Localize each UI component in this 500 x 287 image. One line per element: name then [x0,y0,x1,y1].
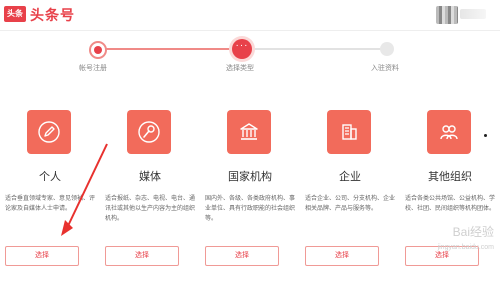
enterprise-icon-tile [327,110,371,154]
card-title: 媒体 [139,171,161,183]
avatar[interactable] [436,6,458,24]
registration-stepper: ··· 帐号注册 选择类型 入驻资料 [0,38,500,78]
annotation-arrow [61,143,108,236]
select-personal-button[interactable]: 选择 [5,246,79,266]
select-government-button[interactable]: 选择 [205,246,279,266]
card-description: 适合企业、公司、分支机构、企业相关品牌、产品与服务等。 [305,196,396,212]
watermark-line-2: jingyan.baidu.com [437,244,494,251]
card-title: 国家机构 [228,171,272,183]
people-group-icon [440,125,458,140]
account-type-card-enterprise: 企业 适合企业、公司、分支机构、企业相关品牌、产品与服务等。 选择 [305,110,395,270]
card-description: 国内外、各级、各类政府机构、事业单位、具有行政职能的社会组织等。 [205,196,296,222]
top-bar: 头条 头条号 [0,0,500,31]
step-1-label: 帐号注册 [79,65,107,72]
microphone-icon [138,121,160,143]
baidu-watermark: Bai经验 jingyan.baidu.com [390,224,494,274]
step-3-dot [380,42,394,56]
step-2-label: 选择类型 [226,65,254,72]
card-description: 适合报纸、杂志、电视、电台、通讯社或其他以生产内容为主的组织机构。 [105,196,196,222]
username-blurred[interactable] [460,9,486,19]
office-building-icon [342,124,357,140]
step-3-label: 入驻资料 [371,65,399,72]
card-title: 其他组织 [428,171,472,183]
government-icon-tile [227,110,271,154]
stray-dot [484,134,487,137]
other-org-icon-tile [427,110,471,154]
select-media-button[interactable]: 选择 [105,246,179,266]
step-progress-pending [242,48,387,50]
logo-badge[interactable]: 头条 [4,6,26,22]
card-description: 适合各类公共场馆、公益机构、学校、社团、民间组织等机构团体。 [405,196,496,212]
step-2-dot: ··· [232,39,252,59]
select-enterprise-button[interactable]: 选择 [305,246,379,266]
step-progress-done [97,48,242,50]
brand-name[interactable]: 头条号 [30,5,75,25]
step-1-dot [89,41,107,59]
account-type-card-government: 国家机构 国内外、各级、各类政府机构、事业单位、具有行政职能的社会组织等。 选择 [205,110,295,270]
account-type-card-media: 媒体 适合报纸、杂志、电视、电台、通讯社或其他以生产内容为主的组织机构。 选择 [105,110,195,270]
watermark-line-1: Bai经验 [452,225,494,239]
government-building-icon [240,123,258,140]
media-icon-tile [127,110,171,154]
card-title: 企业 [339,171,361,183]
